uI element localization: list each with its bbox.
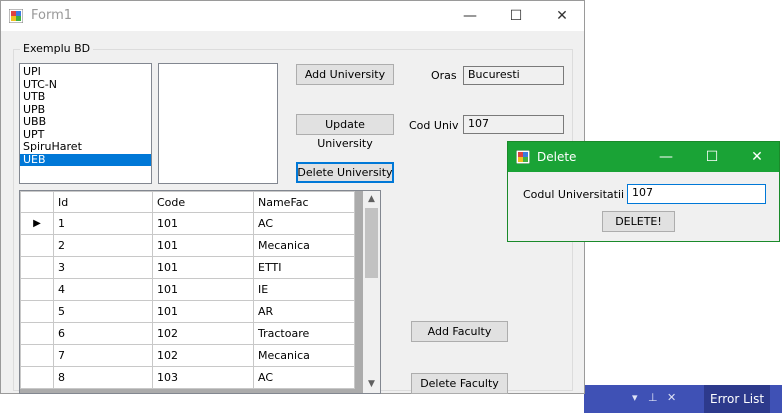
cod-univ-field[interactable]: 107 [463,115,564,134]
title-bar: Form1 — ☐ ✕ [1,1,584,31]
grid-table: Id Code NameFac ▶ 1 101 AC 2 101 Mecanic… [20,191,355,389]
cell-code[interactable]: 101 [152,256,254,279]
table-row[interactable]: 3 101 ETTI [20,256,355,279]
table-row[interactable]: 2 101 Mecanica [20,234,355,257]
maximize-icon[interactable]: ☐ [493,1,539,31]
grid-header-row: Id Code NameFac [20,191,355,213]
codul-universitatii-input[interactable]: 107 [627,184,766,204]
cell-id[interactable]: 1 [53,212,153,235]
row-header[interactable] [20,234,54,257]
main-form-window: Form1 — ☐ ✕ Exemplu BD UPI UTC-N UTB UPB… [0,0,585,394]
cell-namefac[interactable]: AC [253,366,355,389]
faculty-data-grid[interactable]: Id Code NameFac ▶ 1 101 AC 2 101 Mecanic… [19,190,381,394]
app-icon [516,150,530,164]
column-header-code[interactable]: Code [152,191,254,213]
add-faculty-button[interactable]: Add Faculty [411,321,508,342]
window-title: Form1 [31,8,73,23]
delete-university-button[interactable]: Delete University [296,162,394,183]
cell-code[interactable]: 102 [152,322,254,345]
chevron-up-icon[interactable]: ▲ [363,191,380,208]
cell-namefac[interactable]: IE [253,278,355,301]
list-item[interactable]: UBB [20,115,151,129]
row-header[interactable] [20,256,54,279]
list-item[interactable]: SpiruHaret [20,140,151,154]
row-header[interactable] [20,344,54,367]
cell-id[interactable]: 3 [53,256,153,279]
delete-dialog-window: Delete — ☐ ✕ Codul Universitatii 107 DEL… [507,141,780,242]
table-row[interactable]: 6 102 Tractoare [20,322,355,345]
cell-namefac[interactable]: Tractoare [253,322,355,345]
error-list-tab[interactable]: Error List [704,385,771,413]
column-header-id[interactable]: Id [53,191,153,213]
dialog-title: Delete [537,150,577,164]
update-university-button[interactable]: Update University [296,114,394,150]
cell-code[interactable]: 101 [152,212,254,235]
cell-id[interactable]: 5 [53,300,153,323]
chevron-down-icon[interactable]: ▼ [363,376,380,393]
row-header[interactable] [20,300,54,323]
cell-id[interactable]: 8 [53,366,153,389]
minimize-icon[interactable]: — [447,1,493,31]
cell-code[interactable]: 103 [152,366,254,389]
list-item[interactable]: UPI [20,65,151,79]
row-header-corner [20,191,54,213]
table-row[interactable]: 8 103 AC [20,366,355,389]
delete-confirm-button[interactable]: DELETE! [602,211,675,232]
cell-id[interactable]: 4 [53,278,153,301]
codul-universitatii-label: Codul Universitatii [523,188,625,201]
university-listbox[interactable]: UPI UTC-N UTB UPB UBB UPT SpiruHaret UEB [19,63,152,184]
table-row[interactable]: ▶ 1 101 AC [20,212,355,235]
cell-code[interactable]: 102 [152,344,254,367]
list-item-selected[interactable]: UEB [20,153,151,166]
list-item[interactable]: UTB [20,90,151,104]
dropdown-icon[interactable]: ▾ [632,391,638,404]
row-header[interactable] [20,278,54,301]
row-header[interactable] [20,366,54,389]
table-row[interactable]: 5 101 AR [20,300,355,323]
cell-namefac[interactable]: Mecanica [253,234,355,257]
column-header-namefac[interactable]: NameFac [253,191,355,213]
add-university-button[interactable]: Add University [296,64,394,85]
dialog-title-bar: Delete — ☐ ✕ [508,142,779,172]
grid-vertical-scrollbar[interactable]: ▲ ▼ [363,191,380,393]
maximize-icon[interactable]: ☐ [689,142,735,172]
cell-namefac[interactable]: ETTI [253,256,355,279]
cell-code[interactable]: 101 [152,278,254,301]
ide-status-strip: ▾ ⊥ ✕ Error List [584,385,782,413]
app-icon [9,9,23,23]
row-header[interactable] [20,322,54,345]
cell-id[interactable]: 7 [53,344,153,367]
delete-faculty-button[interactable]: Delete Faculty [411,373,508,394]
faculty-listbox[interactable] [158,63,278,184]
table-row[interactable]: 4 101 IE [20,278,355,301]
table-row[interactable]: 7 102 Mecanica [20,344,355,367]
cell-code[interactable]: 101 [152,300,254,323]
cell-namefac[interactable]: AR [253,300,355,323]
oras-label: Oras [431,69,457,82]
oras-field[interactable]: Bucuresti [463,66,564,85]
groupbox-title: Exemplu BD [20,42,94,55]
scrollbar-thumb[interactable] [365,208,378,278]
cell-namefac[interactable]: AC [253,212,355,235]
cod-univ-label: Cod Univ [409,119,459,132]
row-pointer-icon: ▶ [20,212,54,235]
pin-icon[interactable]: ⊥ [648,391,658,404]
cell-id[interactable]: 2 [53,234,153,257]
minimize-icon[interactable]: — [643,142,689,172]
close-icon[interactable]: ✕ [734,142,780,172]
cell-namefac[interactable]: Mecanica [253,344,355,367]
close-icon[interactable]: ✕ [539,1,585,31]
cell-code[interactable]: 101 [152,234,254,257]
cell-id[interactable]: 6 [53,322,153,345]
close-icon[interactable]: ✕ [667,391,676,404]
